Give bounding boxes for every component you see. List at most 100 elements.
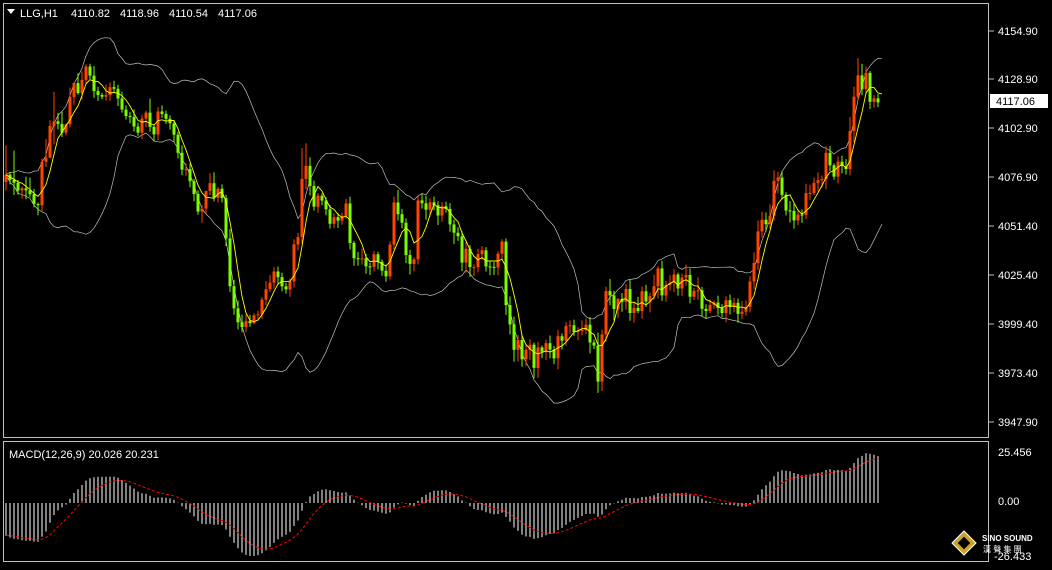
candle-body bbox=[740, 311, 744, 314]
macd-tick-label: 0.00 bbox=[998, 496, 1019, 508]
ohlc-low: 4110.54 bbox=[169, 8, 208, 20]
candle-body bbox=[512, 324, 516, 350]
candle-body bbox=[532, 344, 536, 368]
candle-body bbox=[112, 87, 116, 89]
candle-body bbox=[256, 314, 260, 316]
candle-body bbox=[704, 308, 708, 311]
candle-body bbox=[856, 75, 860, 97]
candle-body bbox=[660, 268, 664, 296]
candle-body bbox=[72, 83, 76, 97]
candle-body bbox=[860, 75, 864, 90]
candle-body bbox=[88, 66, 92, 76]
candle-body bbox=[108, 87, 112, 95]
candle-body bbox=[564, 326, 568, 341]
candle-body bbox=[332, 217, 336, 224]
candle-body bbox=[176, 134, 180, 153]
candle-body bbox=[248, 320, 252, 324]
candle-body bbox=[612, 295, 616, 309]
candle-body bbox=[784, 194, 788, 211]
candle-body bbox=[516, 340, 520, 350]
candle-body bbox=[488, 266, 492, 268]
candle-body bbox=[600, 334, 604, 382]
macd-tick-label: 25.456 bbox=[998, 447, 1032, 459]
candle-body bbox=[272, 271, 276, 283]
candle-body bbox=[336, 217, 340, 221]
candle-body bbox=[200, 208, 204, 212]
candle-body bbox=[632, 307, 636, 313]
candle-body bbox=[204, 191, 208, 209]
candle-body bbox=[508, 305, 512, 325]
candle-body bbox=[308, 165, 312, 186]
candle-body bbox=[580, 330, 584, 331]
candle-body bbox=[36, 204, 40, 206]
candle-body bbox=[816, 180, 820, 183]
price-tick-label: 4076.90 bbox=[998, 172, 1038, 184]
candle-body bbox=[300, 178, 304, 238]
candle-body bbox=[764, 219, 768, 225]
candle-body bbox=[128, 116, 132, 117]
candle-body bbox=[676, 274, 680, 289]
candle-body bbox=[560, 336, 564, 341]
candle-body bbox=[144, 112, 148, 119]
candle-body bbox=[384, 270, 388, 277]
candle-body bbox=[208, 183, 212, 191]
chart-canvas: LLG,H1 4110.82 4118.96 4110.54 4117.06 4… bbox=[0, 0, 1052, 565]
candle-body bbox=[828, 152, 832, 166]
candle-body bbox=[32, 194, 36, 204]
candle-body bbox=[688, 275, 692, 297]
candle-body bbox=[536, 347, 540, 368]
candle-body bbox=[456, 232, 460, 237]
candle-body bbox=[524, 350, 528, 360]
candle-body bbox=[588, 324, 592, 343]
candle-body bbox=[152, 126, 156, 135]
candle-body bbox=[460, 236, 464, 263]
candle-body bbox=[592, 342, 596, 346]
candle-body bbox=[104, 95, 108, 97]
candle-body bbox=[136, 126, 140, 133]
candle-body bbox=[608, 291, 612, 296]
candle-body bbox=[360, 258, 364, 260]
candle-body bbox=[56, 121, 60, 124]
logo-brand-text: SINO SOUND bbox=[982, 534, 1033, 543]
candle-body bbox=[180, 152, 184, 170]
candle-body bbox=[640, 291, 644, 312]
candle-body bbox=[52, 121, 56, 126]
candle-body bbox=[260, 299, 264, 315]
candle-body bbox=[348, 203, 352, 243]
candle-body bbox=[184, 169, 188, 171]
candle-body bbox=[232, 286, 236, 309]
candle-body bbox=[692, 290, 696, 297]
candle-body bbox=[164, 113, 168, 119]
candle-body bbox=[100, 95, 104, 97]
price-tick-label: 3973.40 bbox=[998, 368, 1038, 380]
candle-body bbox=[352, 242, 356, 259]
candle-body bbox=[304, 165, 308, 179]
candle-body bbox=[768, 215, 772, 225]
candle-body bbox=[420, 200, 424, 204]
candle-body bbox=[788, 210, 792, 212]
candle-body bbox=[76, 83, 80, 94]
candle-body bbox=[212, 183, 216, 198]
candle-body bbox=[20, 188, 24, 191]
candle-body bbox=[356, 258, 360, 260]
candle-body bbox=[408, 255, 412, 264]
candle-body bbox=[756, 231, 760, 264]
candle-body bbox=[820, 179, 824, 181]
candle-body bbox=[376, 254, 380, 262]
candle-body bbox=[428, 202, 432, 210]
candle-body bbox=[236, 308, 240, 323]
candle-body bbox=[344, 203, 348, 216]
candle-body bbox=[548, 343, 552, 350]
candle-body bbox=[708, 304, 712, 311]
candle-body bbox=[852, 96, 856, 132]
candle-body bbox=[752, 263, 756, 282]
price-tick-label: 4128.90 bbox=[998, 74, 1038, 86]
macd-title: MACD(12,26,9) 20.026 20.231 bbox=[9, 449, 159, 461]
price-tick-label: 3999.40 bbox=[998, 319, 1038, 331]
candle-body bbox=[656, 268, 660, 287]
candle-body bbox=[24, 188, 28, 191]
candle-body bbox=[568, 325, 572, 327]
candle-body bbox=[276, 271, 280, 278]
candle-body bbox=[836, 161, 840, 177]
candle-body bbox=[760, 219, 764, 232]
